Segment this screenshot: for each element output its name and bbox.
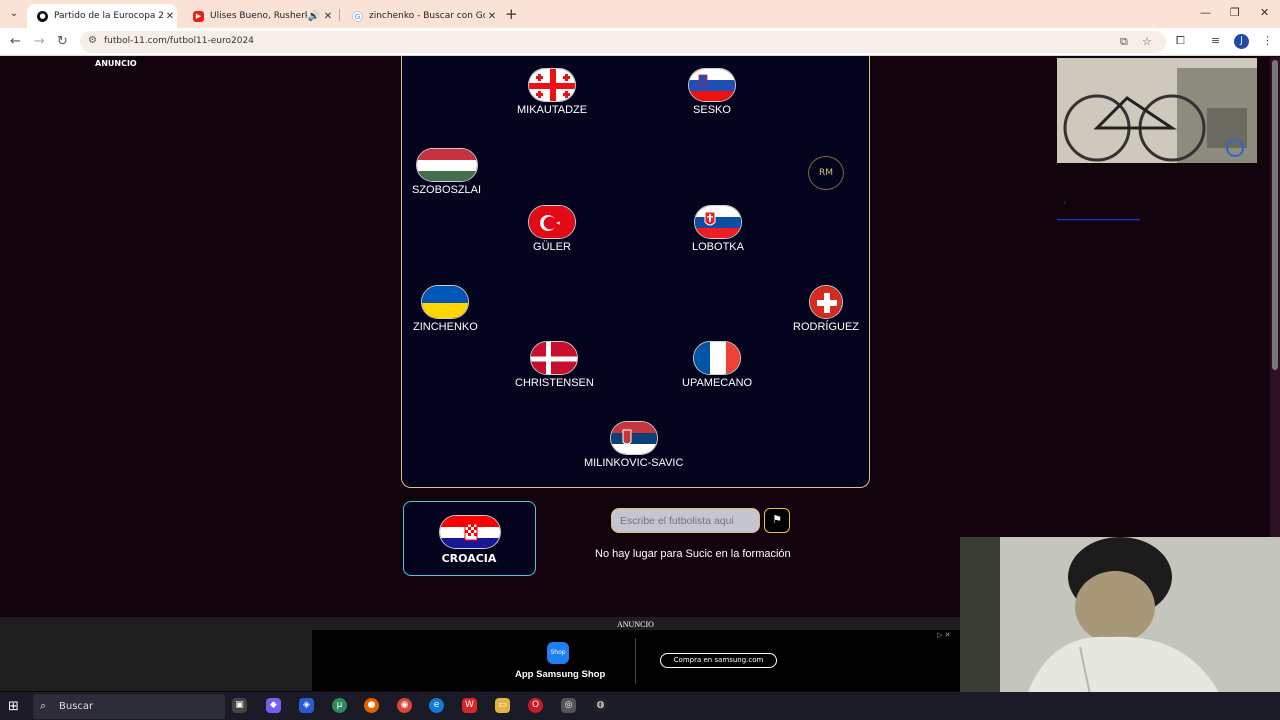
player-szoboszlai[interactable]: SZOBOSZLAI xyxy=(412,148,481,196)
ad-image[interactable] xyxy=(1057,58,1257,163)
player-name: GÜLER xyxy=(533,241,571,253)
new-tab-button[interactable]: + xyxy=(505,5,518,23)
chevron-right-icon: › xyxy=(1063,198,1067,207)
flag-button[interactable]: ⚑ xyxy=(764,508,790,533)
browser-toolbar: ← → ↻ ⚙ futbol-11.com/futbol11-euro2024 … xyxy=(0,28,1280,56)
chrome-icon[interactable]: ◉ xyxy=(397,698,412,713)
forward-icon[interactable]: → xyxy=(34,34,45,49)
player-lobotka[interactable]: LOBOTKA xyxy=(692,205,744,253)
search-icon: ⌕ xyxy=(40,699,47,712)
url-text: futbol-11.com/futbol11-euro2024 xyxy=(104,36,254,46)
player-rodriguez[interactable]: RODRÍGUEZ xyxy=(793,285,859,333)
tab-search-icon[interactable]: ⌄ xyxy=(6,6,22,22)
reload-icon[interactable]: ↻ xyxy=(57,34,68,49)
tab-title: zinchenko - Buscar con Google xyxy=(369,11,485,21)
status-message: No hay lugar para Sucic en la formación xyxy=(595,548,791,560)
reading-list-icon[interactable]: ≡ xyxy=(1211,34,1220,47)
player-search-input[interactable] xyxy=(611,508,760,533)
recorder-icon[interactable]: ◍ xyxy=(593,698,608,713)
menu-icon[interactable]: ⋮ xyxy=(1262,34,1273,47)
back-icon[interactable]: ← xyxy=(10,34,21,49)
player-name: LOBOTKA xyxy=(692,241,744,253)
ad-divider xyxy=(635,638,636,684)
player-milinkovic-savic[interactable]: MILINKOVIC-SAVIC xyxy=(584,421,683,469)
player-name: SESKO xyxy=(693,104,731,116)
ad-banner[interactable] xyxy=(312,630,960,691)
edge-icon[interactable]: e xyxy=(429,698,444,713)
player-name: ZINCHENKO xyxy=(413,321,478,333)
adchoices-icon[interactable]: ▷ ✕ xyxy=(937,631,950,639)
tab-youtube[interactable]: ▶ Ulises Bueno, Rusherking, E 🔊 ✕ xyxy=(183,4,335,28)
close-icon[interactable]: ✕ xyxy=(163,11,177,22)
minimize-icon[interactable]: — xyxy=(1200,6,1211,19)
player-name: RODRÍGUEZ xyxy=(793,321,859,333)
restore-icon[interactable]: ❐ xyxy=(1230,6,1240,19)
slovakia-flag-icon xyxy=(693,205,742,239)
switzerland-flag-icon xyxy=(809,285,843,319)
firefox-icon[interactable]: ● xyxy=(364,698,379,713)
file-explorer-icon[interactable]: ▭ xyxy=(495,698,510,713)
task-view-icon[interactable]: ▣ xyxy=(232,698,247,713)
windows-start-icon[interactable]: ⊞ xyxy=(8,699,19,714)
croatia-flag-icon xyxy=(439,515,501,549)
bookmark-star-icon[interactable]: ☆ xyxy=(1142,35,1152,48)
country-card[interactable]: CROACIA xyxy=(403,501,536,576)
georgia-flag-icon xyxy=(528,68,577,102)
player-upamecano[interactable]: UPAMECANO xyxy=(682,341,752,389)
ukraine-flag-icon xyxy=(421,285,470,319)
tab-title: Ulises Bueno, Rusherking, E xyxy=(210,11,307,21)
ad-app-name[interactable]: App Samsung Shop xyxy=(515,669,605,680)
player-name: SZOBOSZLAI xyxy=(412,184,482,196)
wps-icon[interactable]: W xyxy=(462,698,477,713)
shield-icon[interactable]: ◈ xyxy=(299,698,314,713)
tab-divider xyxy=(339,9,340,21)
player-name: MIKAUTADZE xyxy=(517,104,588,116)
webcam-overlay xyxy=(960,537,1280,718)
player-sesko[interactable]: SESKO xyxy=(688,68,736,116)
taskbar-search-text: Buscar xyxy=(59,701,94,712)
scrollbar-thumb[interactable] xyxy=(1272,60,1278,370)
tab-title: Partido de la Eurocopa 2024 de xyxy=(54,11,163,21)
utorrent-icon[interactable]: μ xyxy=(332,698,347,713)
compra-button[interactable]: Compra en samsung.com xyxy=(660,653,777,668)
ad-label: ANUNCIO xyxy=(617,620,654,629)
close-window-icon[interactable]: ✕ xyxy=(1260,6,1269,19)
site-info-icon[interactable]: ⚙ xyxy=(88,35,97,46)
extensions-icon[interactable]: ⧠ xyxy=(1176,34,1185,48)
player-name: UPAMECANO xyxy=(682,377,753,389)
close-icon[interactable]: ✕ xyxy=(321,11,335,22)
player-guler[interactable]: GÜLER xyxy=(528,205,576,253)
opera-icon[interactable]: O xyxy=(528,698,543,713)
address-bar[interactable]: ⚙ futbol-11.com/futbol11-euro2024 ⧉ ☆ xyxy=(80,31,1166,53)
denmark-flag-icon xyxy=(530,341,579,375)
tab-google[interactable]: G zinchenko - Buscar con Google ✕ xyxy=(342,4,499,28)
player-zinchenko[interactable]: ZINCHENKO xyxy=(413,285,478,333)
tab-eurocopa[interactable]: ● Partido de la Eurocopa 2024 de ✕ xyxy=(27,4,177,28)
profile-avatar[interactable]: J xyxy=(1234,34,1249,49)
serbia-flag-icon xyxy=(609,421,658,455)
futbol11-favicon-icon: ● xyxy=(37,10,48,22)
france-flag-icon xyxy=(693,341,742,375)
player-name: CHRISTENSEN xyxy=(515,377,594,389)
player-christensen[interactable]: CHRISTENSEN xyxy=(515,341,594,389)
slovenia-flag-icon xyxy=(688,68,736,102)
tab-strip: ⌄ ● Partido de la Eurocopa 2024 de ✕ ▶ U… xyxy=(0,0,1280,28)
speaker-icon[interactable]: 🔊 xyxy=(307,11,321,22)
youtube-icon: ▶ xyxy=(193,10,204,22)
translate-icon[interactable]: ⧉ xyxy=(1120,35,1128,49)
samsung-shop-icon[interactable]: Shop xyxy=(547,642,569,664)
country-name: CROACIA xyxy=(441,552,497,565)
hungary-flag-icon xyxy=(415,148,478,182)
copilot-icon[interactable]: ◆ xyxy=(266,698,281,713)
rm-badge[interactable]: RM xyxy=(808,156,844,190)
player-mikautadze[interactable]: MIKAUTADZE xyxy=(517,68,587,116)
ad-label: ANUNCIO xyxy=(95,59,137,68)
ad-link[interactable]: ▁▁▁▁▁▁▁▁▁▁▁▁ xyxy=(1057,211,1140,221)
google-icon: G xyxy=(352,10,363,22)
close-icon[interactable]: ✕ xyxy=(485,11,499,22)
turkey-flag-icon xyxy=(528,205,576,239)
player-name: MILINKOVIC-SAVIC xyxy=(584,457,684,469)
chrome-active-icon[interactable]: ◎ xyxy=(561,698,576,713)
